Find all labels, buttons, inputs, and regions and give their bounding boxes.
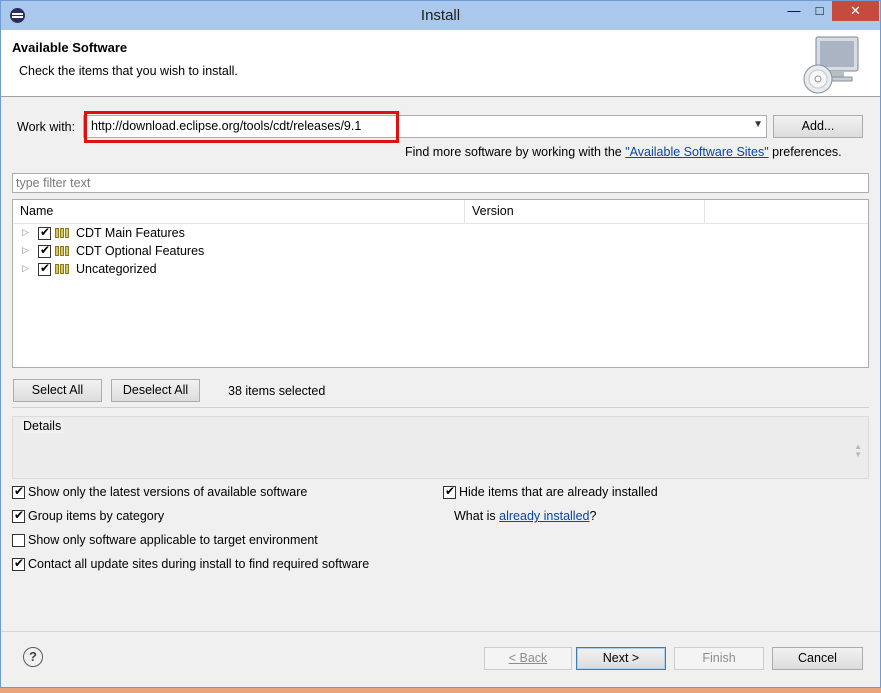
- expand-arrow-icon[interactable]: ▷: [22, 245, 29, 256]
- title-bar: Install — □ ✕: [1, 1, 880, 30]
- details-label: Details: [21, 419, 64, 433]
- next-button[interactable]: Next >: [576, 647, 666, 670]
- row-checkbox[interactable]: [38, 225, 51, 240]
- filter-field[interactable]: [12, 173, 869, 193]
- minimize-button[interactable]: —: [781, 1, 807, 21]
- close-button[interactable]: ✕: [832, 1, 879, 21]
- work-with-value: http://download.eclipse.org/tools/cdt/re…: [91, 119, 362, 133]
- finish-button[interactable]: Finish: [674, 647, 764, 670]
- deselect-all-button[interactable]: Deselect All: [111, 379, 200, 402]
- work-with-combo[interactable]: http://download.eclipse.org/tools/cdt/re…: [83, 115, 767, 138]
- details-panel: Details ▲ ▼: [12, 416, 869, 479]
- category-icon: [55, 245, 71, 257]
- maximize-button[interactable]: □: [807, 1, 832, 21]
- show-latest-versions-checkbox[interactable]: [12, 484, 25, 499]
- divider: [12, 407, 869, 408]
- available-software-sites-link[interactable]: "Available Software Sites": [625, 145, 768, 159]
- hide-installed-checkbox[interactable]: [443, 484, 456, 499]
- tree-row[interactable]: ▷ CDT Main Features: [13, 225, 868, 243]
- row-label: Uncategorized: [76, 262, 157, 276]
- hint-suffix: preferences.: [768, 145, 842, 159]
- hide-installed-label: Hide items that are already installed: [459, 485, 658, 499]
- group-by-category-checkbox[interactable]: [12, 508, 25, 523]
- contact-update-sites-label: Contact all update sites during install …: [28, 557, 370, 571]
- page-banner: Available Software Check the items that …: [1, 30, 880, 97]
- chevron-down-icon[interactable]: ▼: [753, 119, 763, 130]
- tree-row[interactable]: ▷ CDT Optional Features: [13, 243, 868, 261]
- column-header-name[interactable]: Name: [13, 200, 465, 223]
- install-cd-monitor-icon: [803, 36, 859, 94]
- what-is-suffix: ?: [589, 509, 597, 523]
- row-checkbox[interactable]: [38, 261, 51, 276]
- back-button-label: < Back: [508, 651, 548, 665]
- expand-arrow-icon[interactable]: ▷: [22, 227, 29, 238]
- available-sites-hint: Find more software by working with the "…: [405, 145, 842, 159]
- contact-update-sites-checkbox[interactable]: [12, 556, 25, 571]
- category-icon: [55, 227, 71, 239]
- add-button[interactable]: Add...: [773, 115, 863, 138]
- cancel-button[interactable]: Cancel: [772, 647, 863, 670]
- target-environment-label: Show only software applicable to target …: [28, 533, 318, 547]
- tree-header: Name Version: [13, 200, 868, 224]
- page-title: Available Software: [12, 40, 128, 55]
- footer-divider: [1, 631, 880, 632]
- what-is-prefix: What is: [454, 509, 500, 523]
- group-by-category-label: Group items by category: [28, 509, 165, 523]
- row-label: CDT Optional Features: [76, 244, 205, 258]
- window-title: Install: [420, 7, 461, 24]
- hint-prefix: Find more software by working with the: [405, 145, 626, 159]
- back-button[interactable]: < Back: [484, 647, 572, 670]
- work-with-label: Work with:: [17, 120, 76, 134]
- background-strip: [0, 688, 881, 693]
- select-all-button[interactable]: Select All: [13, 379, 102, 402]
- row-checkbox[interactable]: [38, 243, 51, 258]
- what-is-installed-text: What is already installed?: [454, 509, 596, 523]
- install-dialog: Install — □ ✕ Available Software Check t…: [0, 0, 881, 688]
- selection-status: 38 items selected: [228, 384, 326, 398]
- column-header-version[interactable]: Version: [465, 200, 705, 223]
- category-icon: [55, 263, 71, 275]
- software-tree[interactable]: Name Version ▷ CDT Main Features ▷ CDT O…: [12, 199, 869, 368]
- row-label: CDT Main Features: [76, 226, 185, 240]
- show-latest-versions-label: Show only the latest versions of availab…: [28, 485, 308, 499]
- target-environment-checkbox[interactable]: [12, 534, 25, 547]
- expand-arrow-icon[interactable]: ▷: [22, 263, 29, 274]
- already-installed-link[interactable]: already installed: [499, 509, 589, 523]
- details-scrollbar[interactable]: ▲ ▼: [854, 443, 862, 459]
- page-description: Check the items that you wish to install…: [19, 64, 238, 78]
- filter-input[interactable]: [13, 174, 868, 192]
- help-icon[interactable]: ?: [23, 647, 43, 667]
- tree-row[interactable]: ▷ Uncategorized: [13, 261, 868, 279]
